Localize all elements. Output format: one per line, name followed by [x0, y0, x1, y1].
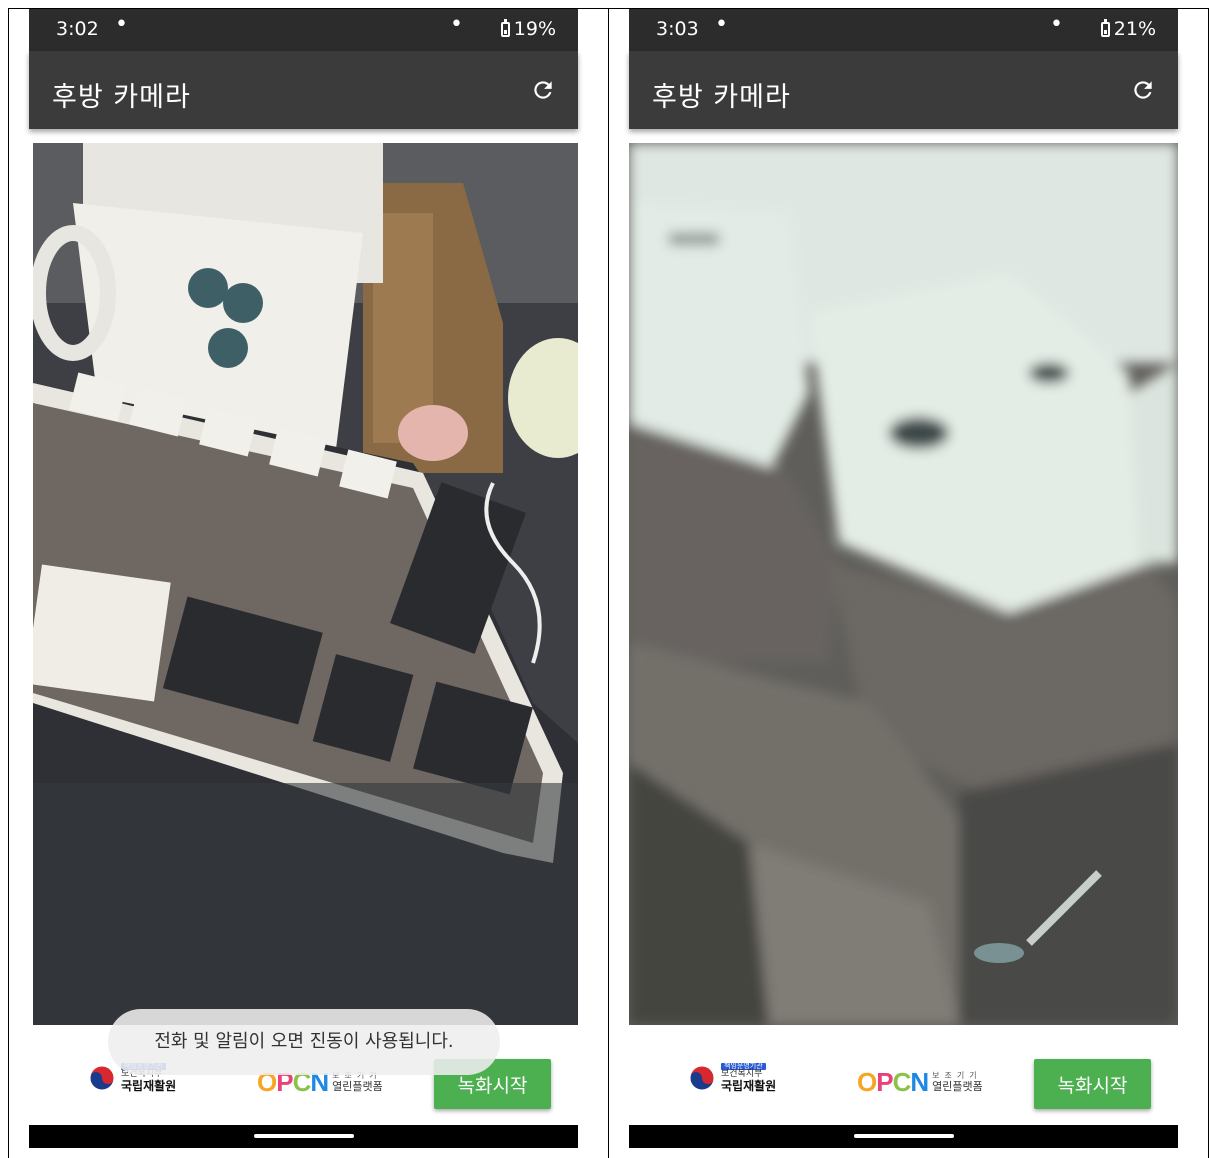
battery-percent: 19%	[513, 18, 556, 40]
battery-charging-icon	[1100, 18, 1110, 37]
page-title: 후방 카메라	[652, 82, 791, 113]
battery-indicator: 19%	[500, 18, 556, 40]
status-time: 3:02	[56, 18, 99, 40]
battery-charging-icon	[500, 18, 510, 37]
battery-percent: 21%	[1113, 18, 1156, 40]
notification-dot: •	[1050, 12, 1063, 37]
screenshot-frame-right: 3:03 • • 21% 후방 카메라 책임운영기관 보건복지부 국립재활원 O…	[609, 8, 1209, 1158]
gesture-nav-bar	[629, 1125, 1178, 1148]
open-platform-logo: OPCN 보조기기 열린플랫폼	[857, 1067, 983, 1098]
record-start-button[interactable]: 녹화시작	[1034, 1059, 1151, 1109]
status-time: 3:03	[656, 18, 699, 40]
phone-screen-right: 3:03 • • 21% 후방 카메라 책임운영기관 보건복지부 국립재활원 O…	[629, 9, 1178, 1148]
camera-feed-image	[33, 143, 578, 1025]
bottom-bar: 책임운영기관 보건복지부 국립재활원 OPCN 보조기기 열린플랫폼 녹화시작	[629, 1025, 1178, 1125]
status-bar: 3:02 • • 19%	[29, 9, 578, 51]
org-name: 국립재활원	[121, 1078, 177, 1093]
camera-preview	[33, 143, 578, 1025]
notification-dot: •	[115, 12, 128, 37]
battery-indicator: 21%	[1100, 18, 1156, 40]
page-title: 후방 카메라	[52, 82, 191, 113]
camera-feed-image	[629, 143, 1178, 1025]
open-sub-bottom: 열린플랫폼	[932, 1079, 983, 1093]
nrc-logo: 책임운영기관 보건복지부 국립재활원	[689, 1062, 777, 1093]
camera-preview	[629, 143, 1178, 1025]
open-sub-bottom: 열린플랫폼	[332, 1079, 383, 1093]
org-name: 국립재활원	[721, 1078, 777, 1093]
gesture-nav-bar	[29, 1125, 578, 1148]
screenshot-frame-left: 3:02 • • 19% 후방 카메라 국립재활원 OPCN 보조기기 열린플랫…	[8, 8, 609, 1158]
taeguk-logo	[689, 1065, 715, 1091]
notification-dot: •	[450, 12, 463, 37]
app-bar: 후방 카메라	[29, 51, 578, 129]
logo-letter: P	[876, 1067, 893, 1097]
logo-letter: C	[892, 1067, 912, 1097]
home-gesture-pill[interactable]	[253, 1134, 354, 1138]
logo-letter: O	[857, 1067, 877, 1097]
phone-screen-left: 3:02 • • 19% 후방 카메라 국립재활원 OPCN 보조기기 열린플랫…	[29, 9, 578, 1148]
taeguk-logo	[89, 1065, 115, 1091]
app-bar: 후방 카메라	[629, 51, 1178, 129]
toast-message: 전화 및 알림이 오면 진동이 사용됩니다.	[108, 1009, 500, 1075]
notification-dot: •	[715, 12, 728, 37]
status-bar: 3:03 • • 21%	[629, 9, 1178, 51]
refresh-icon[interactable]	[1130, 77, 1156, 103]
refresh-icon[interactable]	[530, 77, 556, 103]
logo-letter: N	[910, 1067, 929, 1097]
home-gesture-pill[interactable]	[853, 1134, 954, 1138]
